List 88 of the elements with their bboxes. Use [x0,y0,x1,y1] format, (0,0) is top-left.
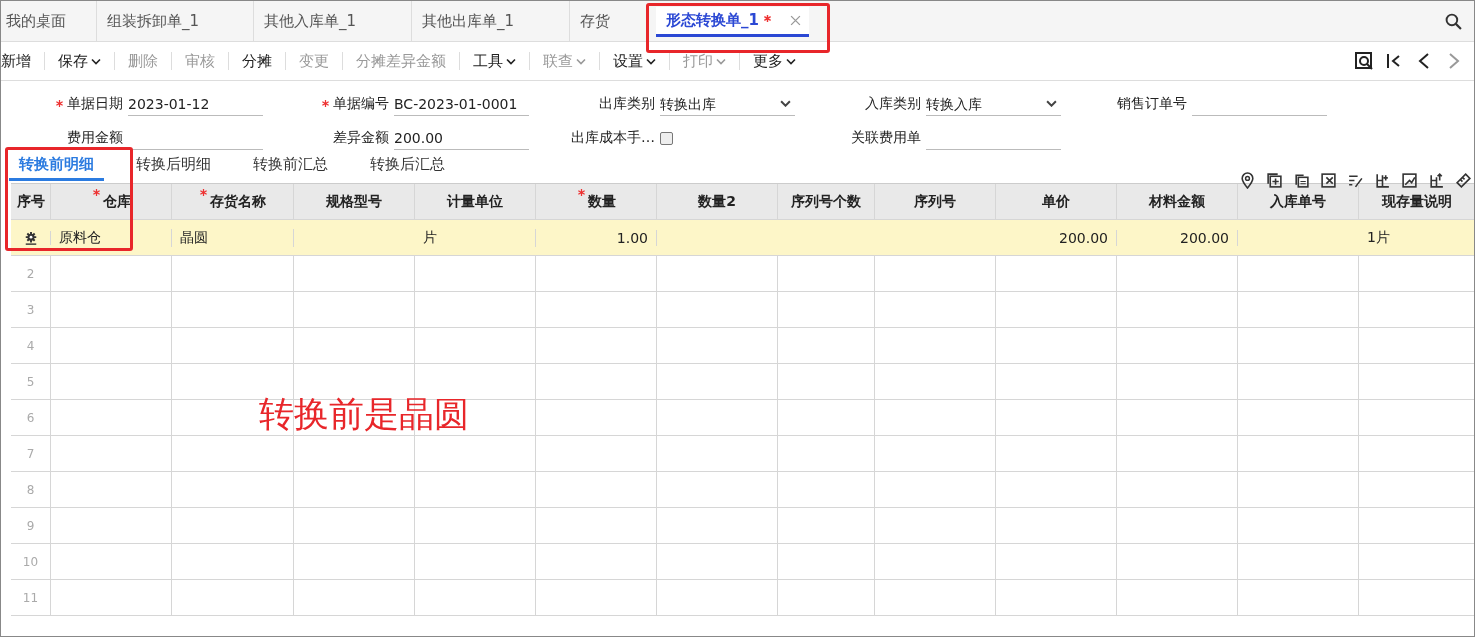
tab[interactable]: 其他入库单_1 [253,1,411,41]
table-cell: 1片 [1367,228,1390,247]
table-cell: 片 [423,228,437,247]
column-header: 序列号个数 [791,192,861,211]
toolbar-button[interactable]: 设置 [600,52,670,70]
chevron-down-icon [1046,100,1057,107]
field-label: 单据编号 [333,95,389,113]
gear-icon[interactable] [23,230,38,245]
caret-icon [646,57,656,65]
column-header: 存货名称 [210,192,266,211]
asterisk-icon [55,99,64,108]
tab[interactable]: 我的桌面 [1,1,96,41]
input-field[interactable]: 200.00 [394,126,529,150]
tab[interactable]: 形态转换单_1 [656,7,809,37]
location-pin-icon[interactable] [1239,172,1256,189]
table-cell: 6 [26,410,35,425]
table-cell: 晶圆 [180,228,208,247]
asterisk-icon [199,188,208,197]
field-label: 单据日期 [67,95,123,113]
edit-lines-icon[interactable] [1347,172,1364,189]
tab[interactable]: 组装拆卸单_1 [96,1,253,41]
toolbar-button[interactable]: 新增 [1,52,45,70]
tab[interactable]: 其他出库单_1 [411,1,569,41]
input-field[interactable]: BC-2023-01-0001 [394,92,529,116]
table-cell: 1.00 [616,229,648,246]
column-header: 仓库 [102,192,131,211]
toolbar-button[interactable]: 更多 [740,52,809,70]
column-header: 单价 [1042,192,1070,211]
toolbar-button[interactable]: 工具 [460,52,530,70]
select-field[interactable]: 转换入库 [926,92,1061,116]
table-cell: 9 [26,518,35,533]
table-cell: 10 [22,554,39,569]
toolbar-button[interactable]: 保存 [45,52,115,70]
ruler-icon[interactable] [1455,172,1472,189]
column-header: 计量单位 [447,192,503,211]
tab[interactable]: 存货 [569,1,649,41]
field-label: 出库类别 [599,95,655,113]
asterisk-icon [576,188,586,197]
asterisk-icon [321,99,330,108]
chevron-down-icon [780,100,791,107]
table-cell: 11 [22,590,39,605]
field-label: 入库类别 [865,95,921,113]
chart-up-icon[interactable] [1401,172,1418,189]
column-header: 序号 [16,192,45,211]
toolbar-button[interactable]: 分摊 [229,52,286,70]
field-label: 差异金额 [333,129,389,147]
select-field[interactable]: 转换出库 [660,92,795,116]
column-header: 入库单号 [1270,192,1326,211]
field-label: 销售订单号 [1117,95,1187,113]
split-row-icon[interactable] [1428,172,1445,189]
column-header: 序列号 [914,192,956,211]
column-header: 规格型号 [326,192,382,211]
table-cell: 原料仓 [59,228,101,247]
preview-icon[interactable] [1354,51,1374,71]
checkbox[interactable] [660,131,673,145]
field-label: 出库成本手… [571,129,655,147]
delete-row-icon[interactable] [1320,172,1337,189]
column-header: 材料金额 [1149,192,1205,211]
caret-icon [786,57,796,65]
field-label: 关联费用单 [851,129,921,147]
caret-icon [576,57,586,65]
caret-icon [91,57,101,65]
tab[interactable]: 转换后汇总 [360,155,455,181]
annotation-text: 转换前是晶圆 [259,393,469,436]
tab[interactable]: 转换前明细 [9,155,104,181]
tab[interactable]: 转换后明细 [126,155,221,181]
copy-row-icon[interactable] [1293,172,1310,189]
table-cell: 7 [26,446,35,461]
table-cell: 5 [26,374,35,389]
table-cell: 8 [26,482,35,497]
caret-icon [506,57,516,65]
add-row-icon[interactable] [1266,172,1283,189]
table-cell: 200.00 [1059,229,1108,246]
column-header: 数量 [587,192,616,211]
tab[interactable]: 转换前汇总 [243,155,338,181]
input-field[interactable]: 2023-01-12 [128,92,263,116]
field-label: 费用金额 [67,129,123,147]
column-header: 数量2 [698,192,736,211]
column-header: 现存量说明 [1381,192,1452,211]
close-icon[interactable] [789,15,801,26]
table-cell: 4 [26,338,35,353]
table-cell: 2 [26,266,35,281]
caret-icon [716,57,726,65]
insert-row-icon[interactable] [1374,172,1391,189]
search-icon[interactable] [1445,12,1462,30]
asterisk-icon [91,188,101,197]
table-cell: 200.00 [1180,229,1229,246]
table-cell: 3 [26,302,35,317]
